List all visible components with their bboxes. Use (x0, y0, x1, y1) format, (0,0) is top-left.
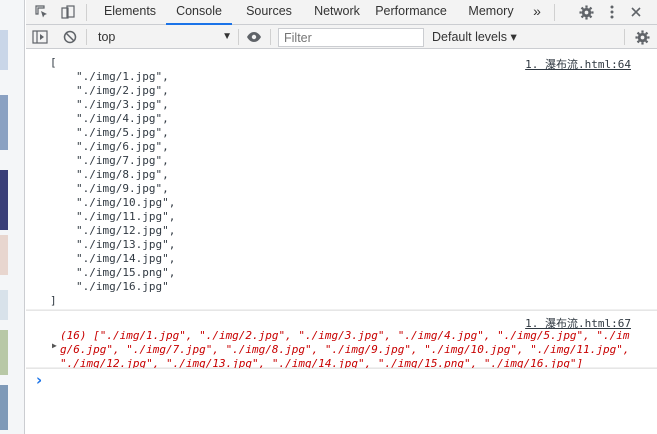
expand-triangle-icon[interactable]: ▶ (52, 341, 57, 350)
array-item: "./img/15.png", (76, 266, 176, 279)
console-prompt[interactable]: › (26, 368, 657, 392)
clear-console-icon[interactable] (60, 27, 80, 47)
page-image-fragment (0, 290, 8, 320)
array-preview-line[interactable]: g/6.jpg", "./img/7.jpg", "./img/8.jpg", … (60, 343, 630, 356)
source-link[interactable]: 1. 瀑布流.html:64 (525, 56, 631, 72)
devtools-tab-bar: Elements Console Sources Network Perform… (26, 0, 657, 25)
console-settings-gear-icon[interactable] (632, 27, 652, 47)
chevron-down-icon: ▼ (222, 31, 232, 42)
close-devtools-icon[interactable] (626, 2, 646, 22)
show-sidebar-icon[interactable] (30, 27, 50, 47)
tab-separator (86, 4, 87, 21)
array-item: "./img/13.jpg", (76, 238, 176, 251)
array-item: "./img/6.jpg", (76, 140, 169, 153)
page-image-fragment (0, 170, 8, 230)
tab-elements[interactable]: Elements (98, 0, 162, 25)
more-options-icon[interactable] (602, 2, 622, 22)
array-item: "./img/4.jpg", (76, 112, 169, 125)
array-close-bracket: ] (50, 294, 57, 307)
console-message-expanded-array: 1. 瀑布流.html:64 [ "./img/1.jpg", "./img/2.… (26, 50, 657, 310)
tab-sources[interactable]: Sources (236, 0, 302, 25)
page-image-fragment (0, 95, 8, 150)
prompt-chevron-icon: › (36, 371, 43, 389)
array-item: "./img/10.jpg", (76, 196, 176, 209)
array-item: "./img/12.jpg", (76, 224, 176, 237)
console-toolbar: top ▼ Default levels ▾ (26, 25, 657, 49)
page-image-fragment (0, 30, 8, 70)
array-item: "./img/2.jpg", (76, 84, 169, 97)
tab-separator (554, 4, 555, 21)
toolbar-separator (86, 29, 87, 45)
console-message-collapsed-array: 1. 瀑布流.html:67 ▶ (16) ["./img/1.jpg", ".… (26, 310, 657, 370)
tab-performance[interactable]: Performance (372, 0, 450, 25)
array-item: "./img/8.jpg", (76, 168, 169, 181)
log-levels-dropdown[interactable]: Default levels ▾ (432, 27, 517, 47)
array-item: "./img/1.jpg", (76, 70, 169, 83)
toolbar-separator (238, 29, 239, 45)
array-item: "./img/16.jpg" (76, 280, 169, 293)
tab-memory[interactable]: Memory (462, 0, 520, 25)
page-image-fragment (0, 385, 8, 430)
live-expression-eye-icon[interactable] (244, 27, 264, 47)
more-tabs-button[interactable]: » (528, 0, 546, 25)
array-item: "./img/11.jpg", (76, 210, 176, 223)
device-toolbar-icon[interactable] (58, 2, 78, 22)
array-item: "./img/7.jpg", (76, 154, 169, 167)
tab-console[interactable]: Console (166, 0, 232, 25)
toolbar-separator (270, 29, 271, 45)
toolbar-separator (624, 29, 625, 45)
context-selector[interactable]: top ▼ (92, 27, 232, 47)
console-messages: 1. 瀑布流.html:64 [ "./img/1.jpg", "./img/2.… (26, 50, 657, 370)
page-image-fragment (0, 330, 8, 375)
filter-input[interactable] (278, 28, 424, 47)
tab-network[interactable]: Network (304, 0, 370, 25)
page-content-strip (0, 0, 25, 434)
array-item: "./img/3.jpg", (76, 98, 169, 111)
inspect-element-icon[interactable] (32, 2, 52, 22)
array-item: "./img/14.jpg", (76, 252, 176, 265)
settings-gear-icon[interactable] (576, 2, 596, 22)
page-image-fragment (0, 235, 8, 275)
devtools-panel: Elements Console Sources Network Perform… (26, 0, 657, 434)
array-open-bracket: [ (50, 56, 57, 69)
array-preview-line[interactable]: (16) ["./img/1.jpg", "./img/2.jpg", "./i… (60, 329, 630, 342)
array-item: "./img/5.jpg", (76, 126, 169, 139)
context-selector-value: top (98, 30, 116, 44)
array-item: "./img/9.jpg", (76, 182, 169, 195)
